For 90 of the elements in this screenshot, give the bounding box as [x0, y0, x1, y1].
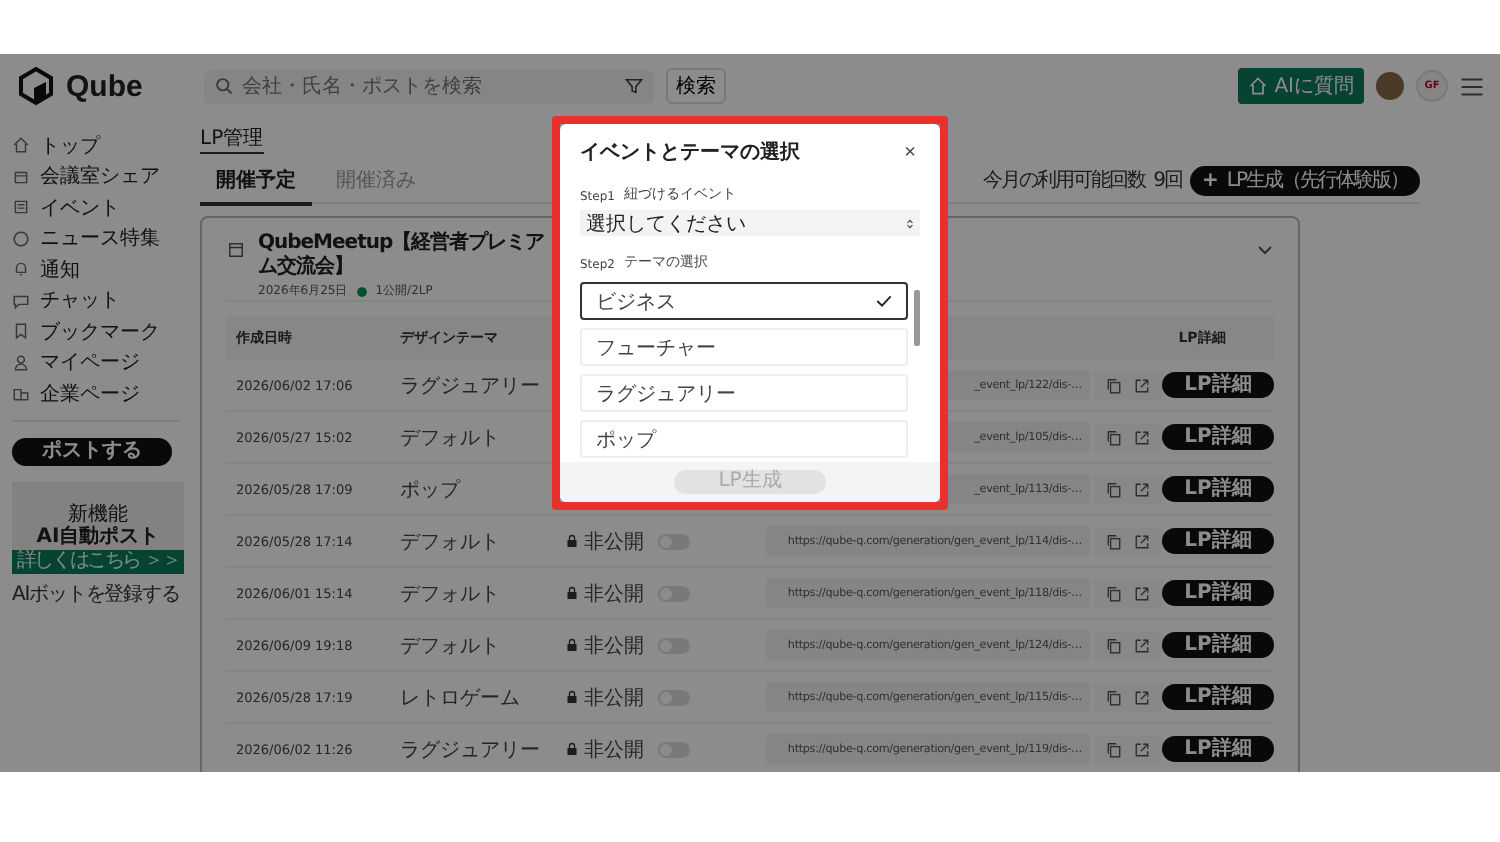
lp-detail-button[interactable]: LP詳細	[1162, 528, 1274, 554]
logo-text: Qube	[66, 69, 143, 103]
banner-tag: 新機能	[68, 503, 128, 525]
close-button[interactable]: ×	[900, 141, 920, 163]
external-link-icon[interactable]	[1134, 689, 1150, 705]
post-button[interactable]: ポストする	[12, 437, 172, 465]
theme-option[interactable]: フューチャー	[580, 328, 908, 366]
lp-detail-button[interactable]: LP詳細	[1162, 736, 1274, 762]
external-link-icon[interactable]	[1134, 637, 1150, 653]
tab[interactable]: 開催予定	[200, 156, 312, 206]
status-text: 非公開	[584, 581, 644, 607]
sidebar-item[interactable]: マイページ	[12, 347, 180, 378]
banner-link[interactable]: 詳しくはこちら ＞＞	[12, 549, 184, 573]
copy-icon[interactable]	[1106, 377, 1122, 393]
lock-icon	[566, 586, 578, 600]
person-icon	[12, 353, 30, 372]
theme-cell-text: デフォルト	[400, 425, 502, 451]
promo-banner[interactable]: 新機能 AI自動ポスト 詳しくはこちら ＞＞	[12, 481, 184, 573]
status-text: 非公開	[584, 529, 644, 555]
bookmark-icon	[12, 322, 30, 341]
register-bot-link[interactable]: AIボットを登録する	[12, 579, 180, 607]
lock-icon	[566, 742, 578, 756]
theme-cell-text: レトロゲーム	[400, 685, 522, 711]
lp-detail-button[interactable]: LP詳細	[1162, 632, 1274, 658]
home-icon	[12, 136, 30, 155]
check-icon	[876, 294, 892, 308]
updown-arrows-icon	[906, 217, 914, 229]
lock-icon	[566, 534, 578, 548]
lp-detail-button[interactable]: LP詳細	[1162, 580, 1274, 606]
avatar[interactable]	[1376, 72, 1404, 100]
theme-cell-text: デフォルト	[400, 529, 502, 555]
status-text: 非公開	[584, 737, 644, 763]
chevron-down-icon[interactable]	[1256, 244, 1274, 256]
theme-cell-text: ラグジュアリー	[400, 737, 542, 763]
external-link-icon[interactable]	[1134, 585, 1150, 601]
sidebar-item[interactable]: ブックマーク	[12, 316, 180, 347]
chat-bubble-icon	[12, 291, 30, 310]
event-title: QubeMeetup【経営者プレミアム交流会】	[258, 232, 547, 280]
lp-detail-button[interactable]: LP詳細	[1162, 684, 1274, 710]
theme-cell-text: ポップ	[400, 477, 463, 503]
page-title: LP管理	[200, 124, 264, 154]
modal-title: イベントとテーマの選択	[580, 139, 800, 166]
event-select[interactable]: 選択してください	[580, 210, 920, 236]
ask-ai-button[interactable]: AIに質問	[1238, 68, 1364, 104]
logo-icon	[16, 66, 56, 106]
search-bar[interactable]: 会社・氏名・ポストを検索	[204, 69, 654, 103]
status-text: 非公開	[584, 685, 644, 711]
copy-icon[interactable]	[1106, 585, 1122, 601]
quota-count: 9回	[1153, 168, 1182, 194]
building-icon	[12, 384, 30, 403]
sidebar-item[interactable]: トップ	[12, 130, 180, 161]
menu-icon[interactable]	[1460, 75, 1484, 97]
house-icon	[1248, 76, 1269, 96]
copy-icon[interactable]	[1106, 429, 1122, 445]
lock-icon	[566, 690, 578, 704]
copy-icon[interactable]	[1106, 689, 1122, 705]
theme-option[interactable]: ビジネス	[580, 282, 908, 320]
lock-icon	[566, 638, 578, 652]
external-link-icon[interactable]	[1134, 481, 1150, 497]
search-field[interactable]: 会社・氏名・ポストを検索	[242, 75, 616, 97]
sidebar-item[interactable]: 通知	[12, 254, 180, 285]
theme-option[interactable]: ポップ	[580, 420, 908, 458]
external-link-icon[interactable]	[1134, 429, 1150, 445]
search-icon	[214, 76, 234, 96]
copy-icon[interactable]	[1106, 741, 1122, 757]
sidebar-item[interactable]: チャット	[12, 285, 180, 316]
copy-icon[interactable]	[1106, 637, 1122, 653]
bell-icon	[12, 260, 30, 279]
theme-cell-text: ラグジュアリー	[400, 373, 542, 399]
quota-label: 今月の利用可能回数	[983, 167, 1146, 194]
theme-cell-text: デフォルト	[400, 633, 502, 659]
lp-detail-button[interactable]: LP詳細	[1162, 476, 1274, 502]
sidebar-item[interactable]: イベント	[12, 192, 180, 223]
external-link-icon[interactable]	[1134, 741, 1150, 757]
create-lp-button[interactable]: + LP生成（先行体験版）	[1190, 165, 1420, 195]
sidebar-item[interactable]: 企業ページ	[12, 378, 180, 409]
search-button[interactable]: 検索	[666, 68, 726, 104]
sidebar-item[interactable]: ニュース特集	[12, 223, 180, 254]
external-link-icon[interactable]	[1134, 533, 1150, 549]
copy-icon[interactable]	[1106, 533, 1122, 549]
external-link-icon[interactable]	[1134, 377, 1150, 393]
filter-icon[interactable]	[624, 76, 644, 96]
status-text: 非公開	[584, 633, 644, 659]
theme-cell-text: デフォルト	[400, 581, 502, 607]
banner-title: AI自動ポスト	[36, 525, 160, 549]
copy-icon[interactable]	[1106, 481, 1122, 497]
sidebar-item[interactable]: 会議室シェア	[12, 161, 180, 192]
theme-option[interactable]: ラグジュアリー	[580, 374, 908, 412]
lp-detail-button[interactable]: LP詳細	[1162, 424, 1274, 450]
lp-detail-button[interactable]: LP詳細	[1162, 372, 1274, 398]
